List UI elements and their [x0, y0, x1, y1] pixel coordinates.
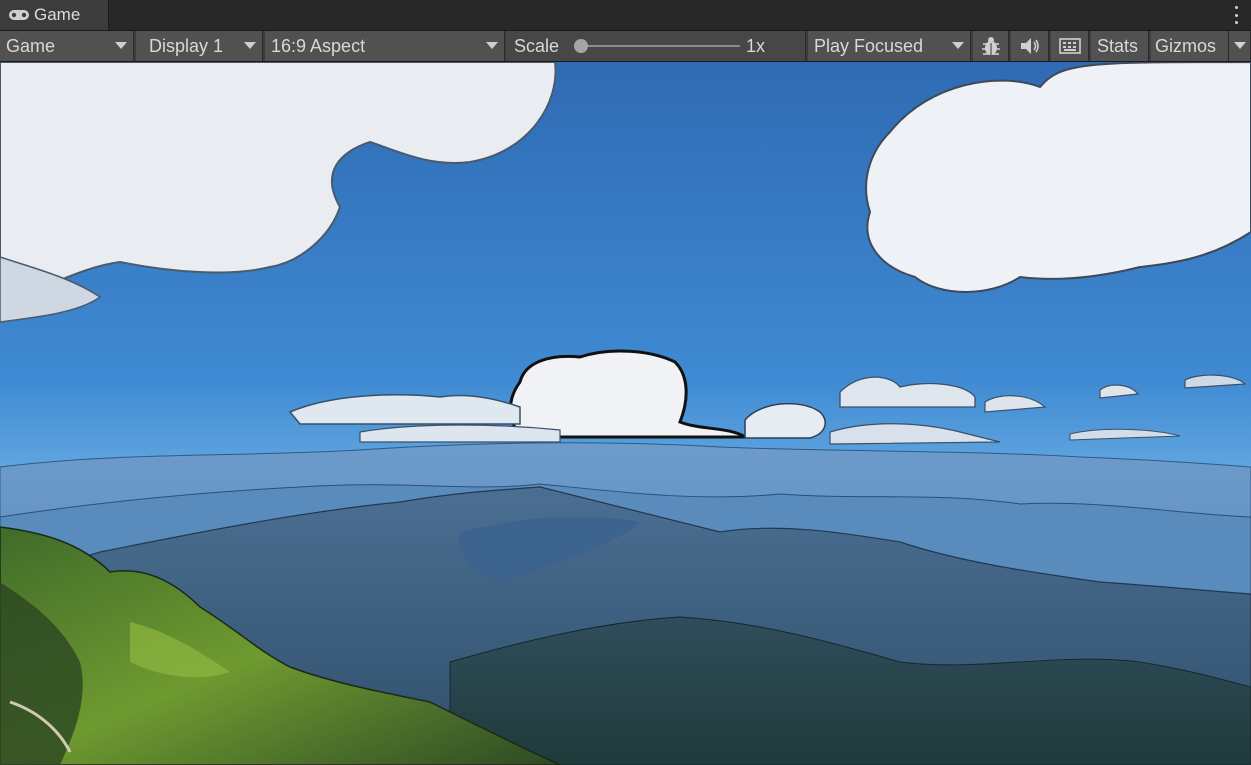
speaker-icon[interactable] — [1011, 31, 1049, 61]
gizmos-button[interactable]: Gizmos — [1151, 31, 1229, 61]
rendered-scene-image — [0, 62, 1251, 765]
keyboard-icon[interactable] — [1051, 31, 1089, 61]
chevron-down-icon — [244, 42, 256, 49]
kebab-menu-icon[interactable] — [1233, 6, 1239, 24]
tab-bar: Game — [0, 0, 1251, 31]
stats-button[interactable]: Stats — [1091, 31, 1149, 61]
chevron-down-icon — [952, 42, 964, 49]
aspect-dropdown[interactable]: 16:9 Aspect — [265, 31, 505, 61]
scale-label: Scale — [514, 35, 560, 56]
game-viewport[interactable] — [0, 62, 1251, 765]
scale-slider-track[interactable] — [580, 45, 740, 47]
tab-label: Game — [34, 5, 81, 24]
scale-control: Scale 1x — [506, 31, 806, 61]
tab-game[interactable]: Game — [0, 0, 109, 30]
gizmos-label: Gizmos — [1155, 35, 1217, 56]
scale-value: 1x — [746, 35, 766, 56]
view-mode-dropdown[interactable]: Game — [0, 31, 134, 61]
bug-icon[interactable] — [973, 31, 1009, 61]
play-mode-label: Play Focused — [814, 35, 924, 56]
display-dropdown[interactable]: Display 1 — [136, 31, 263, 61]
scale-slider-thumb[interactable] — [574, 39, 588, 53]
play-mode-dropdown[interactable]: Play Focused — [808, 31, 971, 61]
view-mode-label: Game — [6, 35, 56, 56]
display-label: Display 1 — [149, 35, 224, 56]
aspect-label: 16:9 Aspect — [271, 35, 366, 56]
stats-label: Stats — [1097, 35, 1139, 56]
dropdown-arrow-icon — [1234, 42, 1246, 49]
chevron-down-icon — [486, 42, 498, 49]
gizmos-dropdown[interactable] — [1229, 31, 1251, 61]
gamepad-icon — [8, 8, 32, 22]
game-toolbar: Game Display 1 16:9 Aspect Scale 1x Play… — [0, 31, 1251, 62]
chevron-down-icon — [115, 42, 127, 49]
